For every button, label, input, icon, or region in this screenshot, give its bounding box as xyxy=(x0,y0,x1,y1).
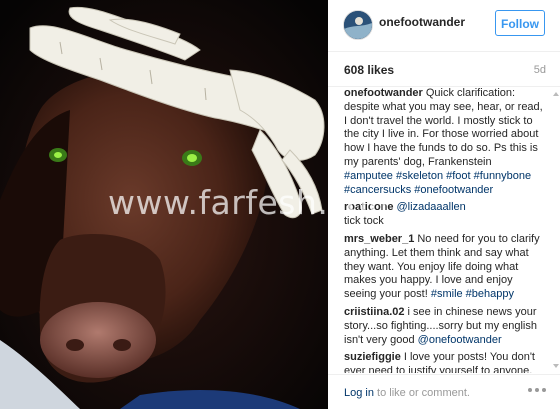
dot xyxy=(535,388,539,392)
dot xyxy=(542,388,546,392)
username[interactable]: onefootwander xyxy=(379,15,465,29)
scroll-down-arrow-icon[interactable] xyxy=(553,364,559,368)
comment-item: criistiina.02 i see in chinese news your … xyxy=(344,306,546,347)
post-age: 5d xyxy=(533,64,546,76)
comment-username[interactable]: onefootwander xyxy=(344,87,423,99)
post-footer: Log in to like or comment. xyxy=(328,374,560,410)
comment-text: Quick clarification: despite what you ma… xyxy=(344,87,543,168)
scroll-up-arrow-icon[interactable] xyxy=(553,92,559,96)
comments-scrollbar[interactable] xyxy=(553,92,559,368)
dog-with-skeleton-hand-photo xyxy=(0,0,328,409)
dot xyxy=(528,388,532,392)
comments-list[interactable]: onefootwander Quick clarification: despit… xyxy=(328,87,560,373)
avatar-photo xyxy=(344,11,372,39)
comment-username[interactable]: roaticone xyxy=(344,201,394,213)
three-dots-icon[interactable] xyxy=(528,387,546,393)
comment-item: suziefiggie I love your posts! You don't … xyxy=(344,351,546,373)
likes-count[interactable]: 608 likes xyxy=(344,63,394,77)
comment-text: tick tock xyxy=(344,215,384,228)
comment-mention[interactable]: @lizadaaallen xyxy=(397,201,466,213)
comment-item: onefootwander Quick clarification: despit… xyxy=(344,87,546,197)
comment-item: mrs_weber_1 No need for you to clarify an… xyxy=(344,233,546,302)
post-photo[interactable] xyxy=(0,0,328,409)
avatar[interactable] xyxy=(343,10,373,40)
post-details-panel: onefootwander Follow 608 likes 5d onefoo… xyxy=(328,0,560,409)
comment-username[interactable]: suziefiggie xyxy=(344,351,401,363)
comment-hashtags[interactable]: #amputee #skeleton #foot #funnybone #can… xyxy=(344,170,546,198)
follow-button[interactable]: Follow xyxy=(495,10,545,36)
comment-item: roaticone @lizadaaallen tick tock xyxy=(344,201,546,229)
comment-mention[interactable]: @onefootwander xyxy=(418,334,502,346)
comment-username[interactable]: mrs_weber_1 xyxy=(344,233,414,245)
login-link[interactable]: Log in xyxy=(344,387,374,399)
post-header: onefootwander Follow xyxy=(328,0,560,52)
post-stats: 608 likes 5d xyxy=(328,52,560,87)
login-prompt: Log in to like or comment. xyxy=(344,387,470,399)
login-prompt-text: to like or comment. xyxy=(373,387,470,399)
comment-hashtags[interactable]: #smile #behappy xyxy=(431,288,514,300)
comment-username[interactable]: criistiina.02 xyxy=(344,306,405,318)
